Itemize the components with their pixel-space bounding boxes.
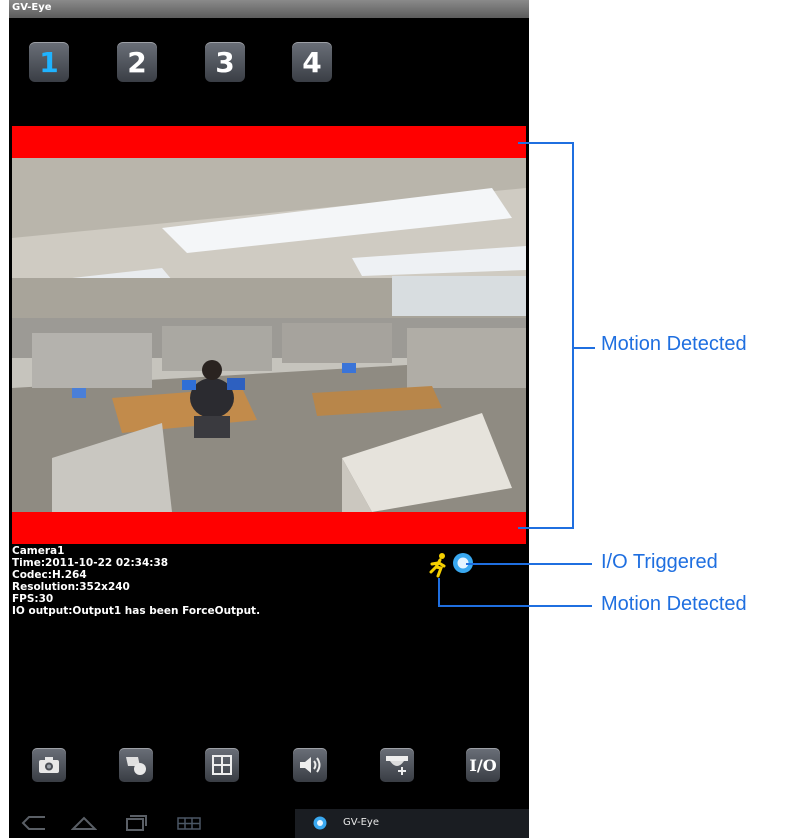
motion-alert-bar-bottom [12,512,526,544]
annotation-line-bottom [518,527,573,529]
notification-label: GV-Eye [343,817,380,828]
camera-name: Camera1 [12,545,65,557]
camera-resolution: Resolution:352x240 [12,581,130,593]
dome-camera-move-icon [386,756,408,775]
snapshot-button[interactable] [32,748,66,782]
annotation-line-motion-icon-v [438,578,440,606]
back-icon[interactable] [21,814,47,832]
notification-area[interactable]: GV-Eye [295,809,529,838]
annotation-pointer-motion [573,347,595,349]
screenshot-grid-icon[interactable] [176,814,202,832]
camera-fps: FPS:30 [12,593,54,605]
camera-time: Time:2011-10-22 02:34:38 [12,557,169,569]
camera-io-output: IO output:Output1 has been ForceOutput. [12,605,261,617]
speaker-icon [300,757,321,773]
channel-1-button[interactable]: 1 [29,42,69,82]
camera-info-panel: Camera1 Time:2011-10-22 02:34:38 Codec:H… [12,545,260,617]
annotation-line-io [466,563,592,565]
app-title: GV-Eye [12,2,52,13]
audio-button[interactable] [293,748,327,782]
channel-2-button[interactable]: 2 [117,42,157,82]
annotation-motion-icon: Motion Detected [601,593,747,615]
dome-control-button[interactable] [380,748,414,782]
annotation-bracket [572,142,574,529]
camera-codec: Codec:H.264 [12,569,87,581]
motion-alert-bar-top [12,126,526,158]
annotation-motion-detected: Motion Detected [601,333,747,355]
ptz-control-button[interactable] [119,748,153,782]
home-icon[interactable] [71,814,97,832]
io-control-button[interactable]: I/O [466,748,500,782]
office-scene-image [12,158,526,512]
gv-eye-app-icon [313,816,327,830]
annotation-line-top [518,142,573,144]
annotation-io-triggered: I/O Triggered [601,551,718,573]
grid-layout-icon [212,755,232,775]
recent-apps-icon[interactable] [122,814,148,832]
camera-video-feed[interactable] [12,158,526,512]
system-navigation-bar: GV-Eye [9,809,529,838]
ptz-camera-icon [126,757,146,775]
app-screen: GV-Eye 1 2 3 4 Camera1 Time:2011-10-22 0… [9,0,529,838]
channel-3-button[interactable]: 3 [205,42,245,82]
title-bar: GV-Eye [9,0,529,18]
channel-4-button[interactable]: 4 [292,42,332,82]
annotation-line-motion-icon-h [438,605,592,607]
motion-running-man-icon [429,553,446,578]
layout-button[interactable] [205,748,239,782]
io-control-icon: I/O [469,755,497,775]
camera-snapshot-icon [39,757,59,773]
